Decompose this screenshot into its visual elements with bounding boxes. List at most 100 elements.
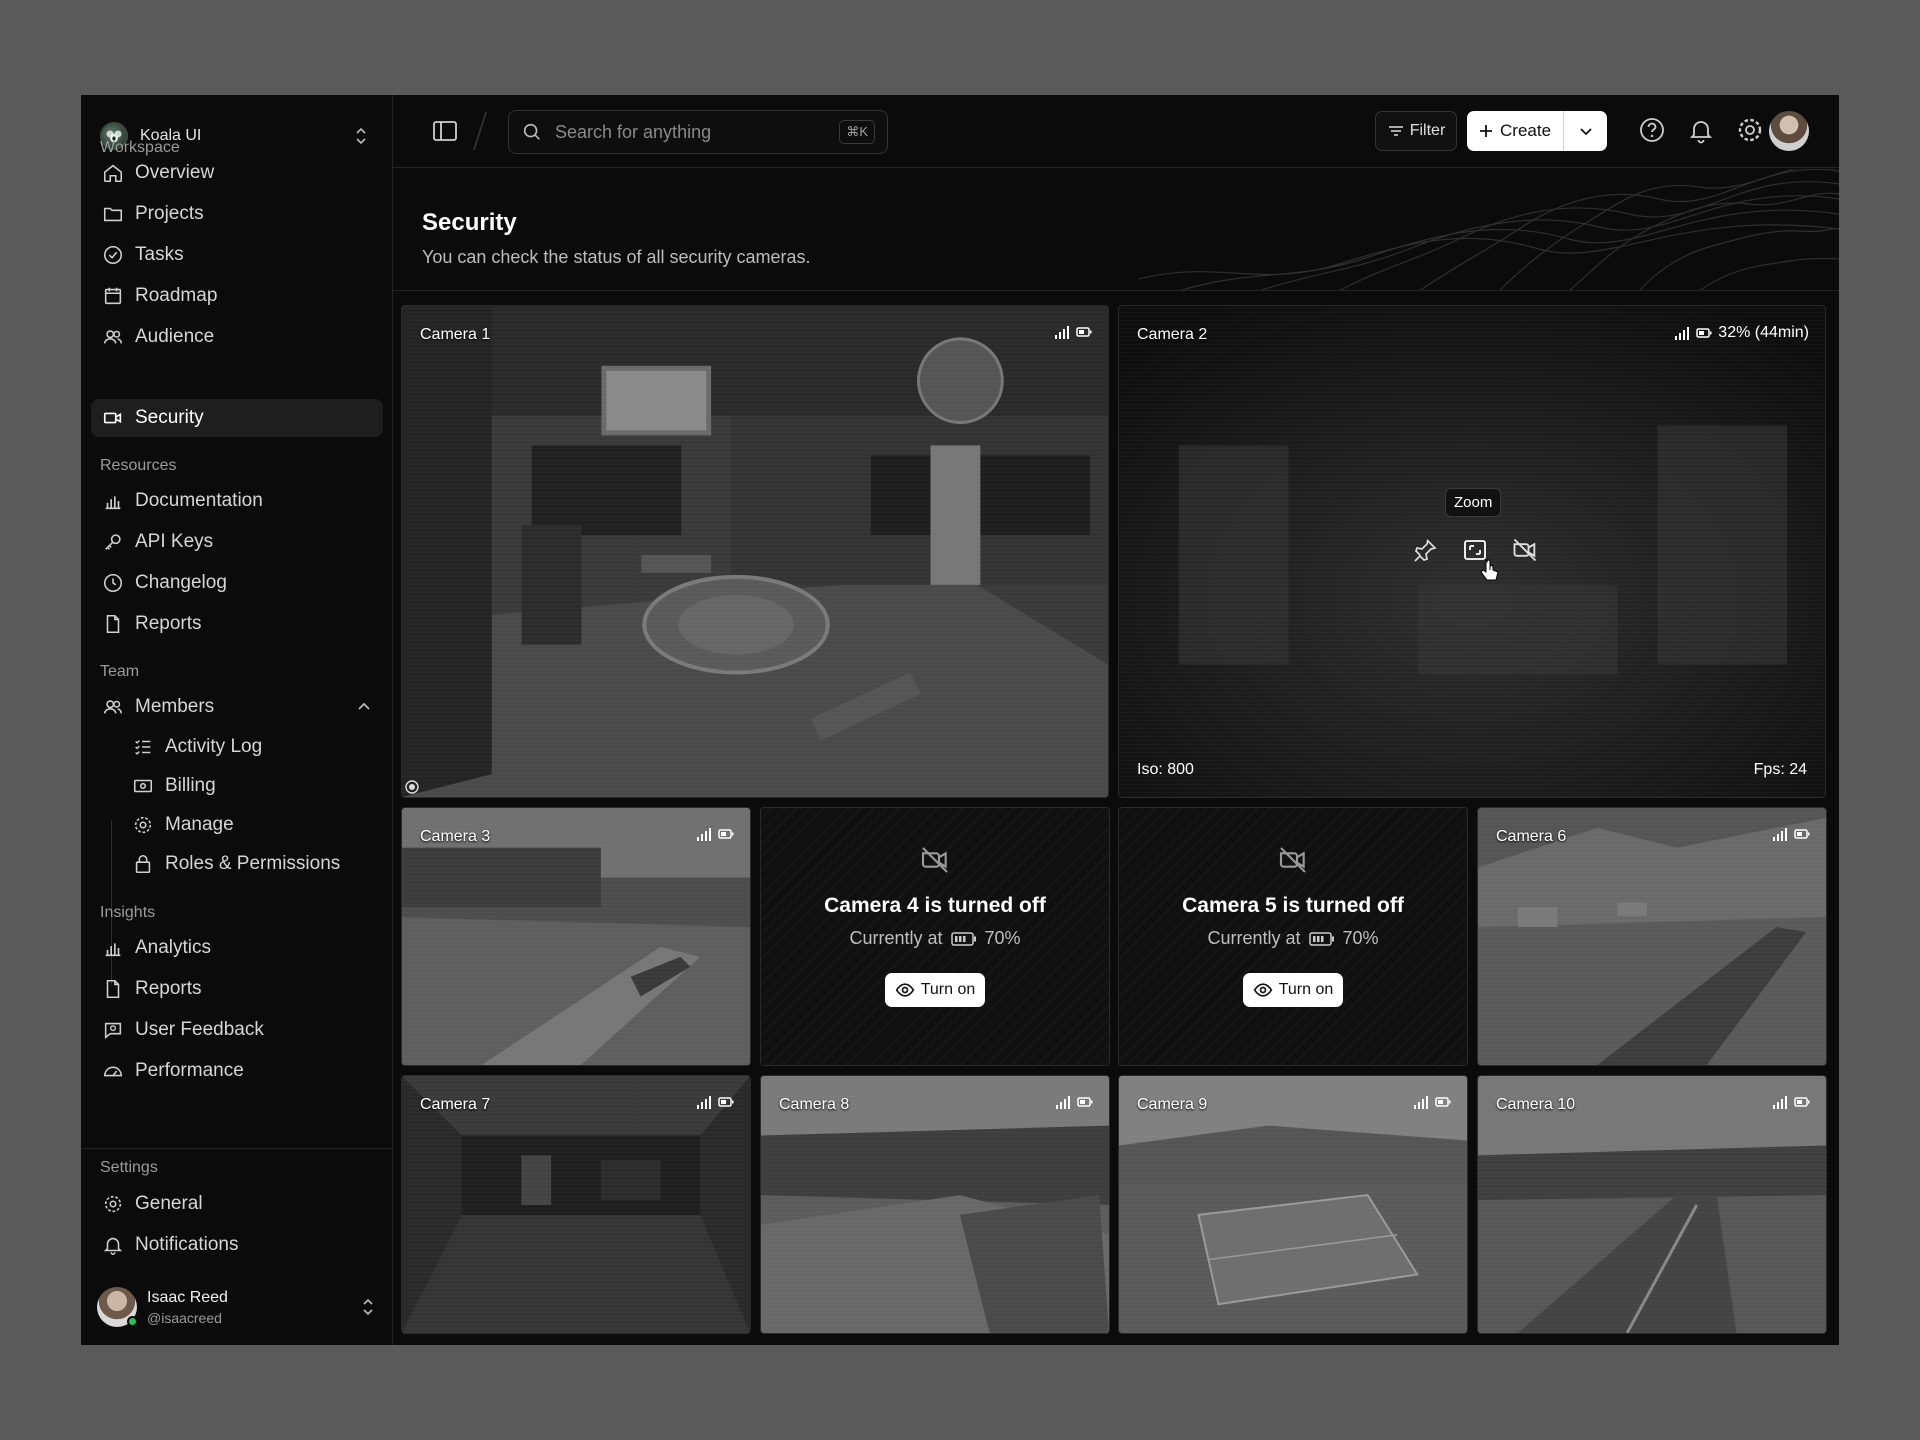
camera-feed-5: Camera 5 is turned off Currently at 70% …	[1118, 807, 1468, 1066]
sidebar-item-performance[interactable]: Performance	[91, 1052, 383, 1090]
sidebar-item-billing[interactable]: Billing	[121, 767, 383, 805]
sidebar-item-security[interactable]: Security	[91, 399, 383, 437]
sidebar-item-label: Roles & Permissions	[165, 853, 341, 874]
battery-icon	[1077, 1094, 1093, 1110]
help-icon[interactable]	[1637, 115, 1667, 145]
camera-feed-3[interactable]: Camera 3	[401, 807, 751, 1066]
camera-feed-1[interactable]: Camera 1	[401, 305, 1109, 798]
chevron-down-icon	[1579, 128, 1592, 136]
sidebar-item-label: API Keys	[135, 531, 214, 552]
sidebar-item-manage[interactable]: Manage	[121, 806, 383, 844]
camera-feed-7[interactable]: Camera 7	[401, 1075, 751, 1334]
sidebar-item-tasks[interactable]: Tasks	[91, 236, 383, 274]
pin-icon[interactable]	[1411, 536, 1439, 564]
avatar[interactable]	[1769, 111, 1809, 151]
sidebar-item-analytics[interactable]: Analytics	[91, 929, 383, 967]
zoom-tooltip: Zoom	[1445, 488, 1502, 517]
camera-feed-2[interactable]: Camera 2 32% (44min) Zoom Iso: 800 Fps: …	[1118, 305, 1826, 798]
gear-icon[interactable]	[1735, 115, 1765, 145]
camera-battery-status: Currently at 70%	[1207, 928, 1378, 949]
turn-on-label: Turn on	[1278, 981, 1334, 998]
camera-status	[696, 1094, 734, 1110]
sidebar-item-insights-reports[interactable]: Reports	[91, 970, 383, 1008]
sidebar-toggle-icon[interactable]	[431, 117, 459, 145]
battery-icon	[950, 931, 976, 946]
sidebar-item-documentation[interactable]: Documentation	[91, 482, 383, 520]
battery-prefix: Currently at	[1207, 928, 1301, 948]
section-label-resources: Resources	[100, 457, 177, 474]
list-check-icon	[131, 735, 155, 759]
topographic-pattern	[1139, 169, 1839, 290]
sidebar-item-label: Analytics	[135, 937, 212, 958]
camera-feed-9[interactable]: Camera 9	[1118, 1075, 1468, 1334]
gauge-icon	[101, 1059, 125, 1083]
section-label-team: Team	[100, 663, 140, 680]
filter-label: Filter	[1409, 122, 1446, 139]
camera-toolbar	[1411, 536, 1539, 564]
sidebar-item-label: Members	[135, 696, 215, 717]
calendar-icon	[101, 284, 125, 308]
battery-icon	[1308, 931, 1334, 946]
sidebar-item-roles-permissions[interactable]: Roles & Permissions	[121, 845, 383, 883]
create-button[interactable]: Create	[1467, 111, 1607, 151]
sidebar-item-user-feedback[interactable]: User Feedback	[91, 1011, 383, 1049]
sidebar-item-overview[interactable]: Overview	[91, 154, 383, 192]
camera-off-icon[interactable]	[1511, 536, 1539, 564]
turn-on-label: Turn on	[920, 981, 976, 998]
file-icon	[101, 612, 125, 636]
battery-icon	[1076, 324, 1092, 340]
bell-icon[interactable]	[1686, 115, 1716, 145]
signal-icon	[1674, 325, 1690, 341]
create-dropdown-button[interactable]	[1563, 111, 1607, 151]
sidebar-item-label: User Feedback	[135, 1019, 264, 1040]
user-menu[interactable]: Isaac Reed @isaacreed	[97, 1285, 377, 1329]
sidebar-item-activity-log[interactable]: Activity Log	[121, 728, 383, 766]
sidebar-item-roadmap[interactable]: Roadmap	[91, 277, 383, 315]
chevron-updown-icon	[363, 1298, 373, 1316]
battery-icon	[718, 826, 734, 842]
user-name: Isaac Reed	[147, 1288, 228, 1306]
turn-on-button[interactable]: Turn on	[1242, 973, 1344, 1007]
create-main-button[interactable]: Create	[1467, 111, 1563, 151]
folder-icon	[101, 202, 125, 226]
signal-icon	[1055, 1094, 1071, 1110]
camera-feed-6[interactable]: Camera 6	[1477, 807, 1827, 1066]
turn-on-button[interactable]: Turn on	[884, 973, 986, 1007]
sidebar-item-changelog[interactable]: Changelog	[91, 564, 383, 602]
sidebar-item-projects[interactable]: Projects	[91, 195, 383, 233]
battery-level: 70%	[1342, 928, 1379, 948]
banknote-icon	[131, 774, 155, 798]
camera-feed-8[interactable]: Camera 8	[760, 1075, 1110, 1334]
filter-icon	[1388, 126, 1403, 136]
camera-status	[1054, 324, 1092, 340]
camera-feed-10[interactable]: Camera 10	[1477, 1075, 1827, 1334]
sidebar-item-reports[interactable]: Reports	[91, 605, 383, 643]
sidebar-item-notifications[interactable]: Notifications	[91, 1226, 383, 1264]
section-label-insights: Insights	[100, 904, 156, 921]
gear-icon	[101, 1192, 125, 1216]
sidebar-item-api-keys[interactable]: API Keys	[91, 523, 383, 561]
sidebar-item-members[interactable]: Members	[91, 688, 383, 726]
chevron-up-icon[interactable]	[355, 698, 373, 716]
sidebar-item-general[interactable]: General	[91, 1185, 383, 1223]
camera-name: Camera 6	[1496, 828, 1567, 845]
breadcrumb-separator	[472, 111, 488, 151]
message-search-icon	[101, 1018, 125, 1042]
sidebar-item-label: Changelog	[135, 572, 227, 593]
sidebar-item-label: Notifications	[135, 1234, 239, 1255]
camera-battery-status: Currently at 70%	[849, 928, 1020, 949]
search-input[interactable]: Search for anything ⌘K	[508, 110, 888, 154]
sidebar-item-label: Audience	[135, 326, 215, 347]
camera-name: Camera 7	[420, 1096, 491, 1113]
camera-status	[1772, 826, 1810, 842]
bar-chart-icon	[101, 489, 125, 513]
gear-icon	[131, 813, 155, 837]
battery-icon	[718, 1094, 734, 1110]
battery-icon	[1435, 1094, 1451, 1110]
eye-icon	[1253, 980, 1273, 1000]
sidebar-item-audience[interactable]: Audience	[91, 318, 383, 356]
battery-prefix: Currently at	[849, 928, 943, 948]
filter-button[interactable]: Filter	[1375, 111, 1457, 151]
sidebar-item-label: Performance	[135, 1060, 244, 1081]
iso-readout: Iso: 800	[1137, 761, 1194, 778]
